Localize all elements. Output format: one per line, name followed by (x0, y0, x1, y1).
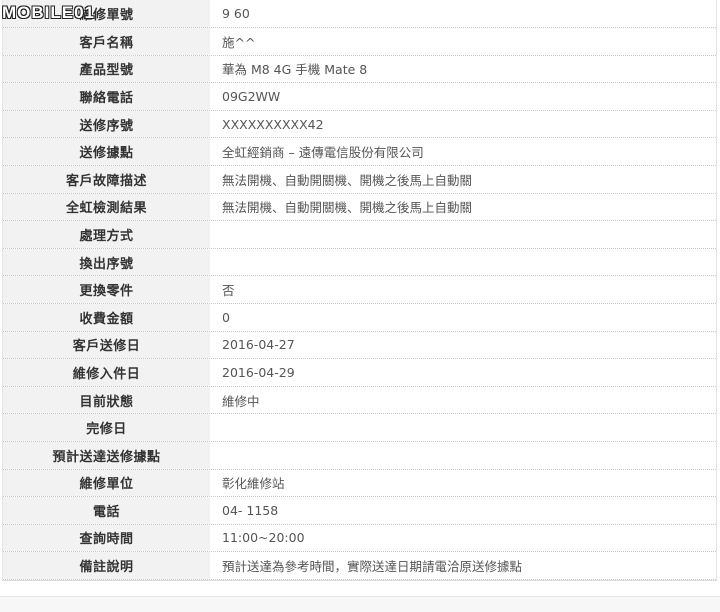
row-value: 無法開機、自動開關機、開機之後馬上自動關 (211, 165, 716, 193)
row-label: 更換零件 (3, 276, 211, 303)
row-value: 維修中 (211, 386, 716, 414)
row-label: 換出序號 (3, 248, 211, 276)
table-row-product-model: 產品型號 華為 M8 4G 手機 Mate 8 (3, 55, 716, 84)
table-row-customer-submit-date: 客戶送修日 2016-04-27 (3, 331, 716, 360)
row-value: 預計送達為參考時間，實際送達日期請電洽原送修據點 (211, 552, 716, 579)
row-label: 維修入件日 (3, 359, 211, 386)
row-value: 無法開機、自動開關機、開機之後馬上自動關 (211, 193, 716, 221)
row-label: 全虹檢測結果 (3, 193, 211, 221)
table-row-phone: 電話 04- 1158 (3, 497, 716, 525)
row-value: 2016-04-29 (211, 359, 716, 386)
row-label: 處理方式 (3, 221, 211, 248)
row-value: 09G2WW (211, 83, 716, 110)
row-label: 客戶送修日 (3, 331, 211, 359)
table-row-intake-date: 維修入件日 2016-04-29 (3, 359, 716, 387)
table-row-replacement-serial: 換出序號 (3, 248, 716, 277)
row-value (211, 414, 716, 441)
row-value: 華為 M8 4G 手機 Mate 8 (211, 55, 716, 83)
mobile01-watermark: MOBILE01 (0, 0, 132, 26)
row-label: 完修日 (3, 414, 211, 441)
table-row-service-location: 送修據點 全虹經銷商 – 遠傳電信股份有限公司 (3, 138, 716, 166)
repair-status-page: MOBILE01 維修單號 9 60 客戶名稱 施^^ 產品型號 華為 M8 4… (0, 0, 720, 612)
row-label: 送修據點 (3, 138, 211, 165)
table-row-repair-unit: 維修單位 彰化維修站 (3, 469, 716, 498)
row-value (211, 441, 716, 469)
row-label: 客戶故障描述 (3, 165, 211, 193)
watermark-logo-text: MOBILE01 (1, 2, 96, 22)
row-value: XXXXXXXXXX42 (211, 110, 716, 138)
row-value (211, 221, 716, 248)
row-value (211, 248, 716, 276)
table-row-customer-name: 客戶名稱 施^^ (3, 28, 716, 56)
table-row-fault-description: 客戶故障描述 無法開機、自動開關機、開機之後馬上自動關 (3, 165, 716, 194)
row-label: 目前狀態 (3, 386, 211, 414)
table-row-completion-date: 完修日 (3, 414, 716, 442)
row-label: 查詢時間 (3, 524, 211, 552)
repair-detail-table: 維修單號 9 60 客戶名稱 施^^ 產品型號 華為 M8 4G 手機 Mate… (2, 0, 717, 581)
table-row-query-hours: 查詢時間 11:00~20:00 (3, 524, 716, 553)
row-label: 電話 (3, 497, 211, 524)
row-value: 04- 1158 (211, 497, 716, 524)
row-label: 客戶名稱 (3, 28, 211, 55)
table-row-replaced-parts: 更換零件 否 (3, 276, 716, 304)
row-value: 全虹經銷商 – 遠傳電信股份有限公司 (211, 138, 716, 165)
table-row-estimated-return: 預計送達送修據點 (3, 441, 716, 470)
row-label: 預計送達送修據點 (3, 441, 211, 469)
table-row-remarks: 備註說明 預計送達為參考時間，實際送達日期請電洽原送修據點 (3, 552, 716, 580)
row-value: 9 60 (211, 0, 716, 27)
row-value: 施^^ (211, 28, 716, 55)
row-label: 收費金額 (3, 303, 211, 331)
page-footer-strip (0, 596, 720, 612)
table-row-handling-method: 處理方式 (3, 221, 716, 249)
row-value: 0 (211, 303, 716, 331)
row-value: 2016-04-27 (211, 331, 716, 359)
row-label: 備註說明 (3, 552, 211, 579)
row-label: 送修序號 (3, 110, 211, 138)
row-value: 否 (211, 276, 716, 303)
table-row-charge-amount: 收費金額 0 (3, 303, 716, 332)
row-label: 產品型號 (3, 55, 211, 83)
table-row-current-status: 目前狀態 維修中 (3, 386, 716, 415)
row-value: 11:00~20:00 (211, 524, 716, 552)
table-row-inspection-result: 全虹檢測結果 無法開機、自動開關機、開機之後馬上自動關 (3, 193, 716, 222)
row-label: 聯絡電話 (3, 83, 211, 110)
row-label: 維修單位 (3, 469, 211, 497)
row-value: 彰化維修站 (211, 469, 716, 497)
table-row-contact-phone: 聯絡電話 09G2WW (3, 83, 716, 111)
table-row-serial-number: 送修序號 XXXXXXXXXX42 (3, 110, 716, 139)
